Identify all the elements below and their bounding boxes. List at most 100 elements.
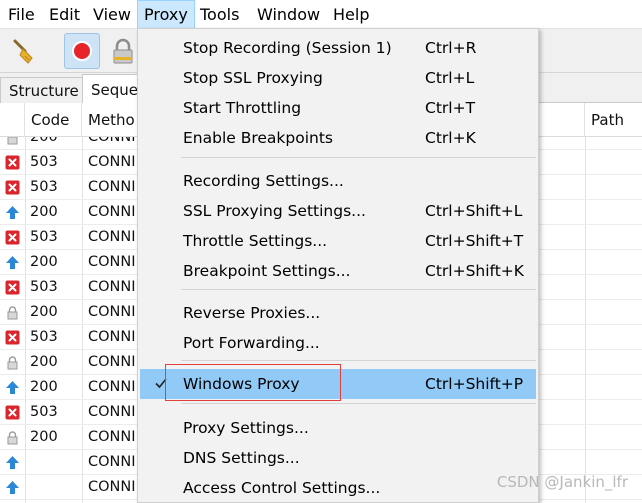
menu-item-shortcut: Ctrl+Shift+K bbox=[425, 262, 524, 280]
tab-structure[interactable]: Structure bbox=[0, 77, 88, 104]
menu-file[interactable]: File bbox=[8, 0, 35, 29]
status-code: 200 bbox=[30, 254, 58, 270]
menu-separator bbox=[181, 289, 536, 290]
request-method: CONNI bbox=[88, 279, 136, 295]
status-code: 200 bbox=[30, 379, 58, 395]
menu-proxy[interactable]: Proxy bbox=[137, 0, 195, 29]
lock-icon bbox=[7, 137, 18, 145]
menu-item-shortcut: Ctrl+K bbox=[425, 129, 476, 147]
menu-item-label: SSL Proxying Settings... bbox=[183, 202, 366, 220]
lock-icon bbox=[7, 306, 18, 320]
request-method: CONNI bbox=[88, 179, 136, 195]
status-code: 503 bbox=[30, 179, 58, 195]
request-method: CONNI bbox=[88, 204, 136, 220]
menu-item-label: Proxy Settings... bbox=[183, 419, 309, 437]
menu-item-access-control-settings[interactable]: Access Control Settings... bbox=[138, 473, 538, 503]
arrow-up-icon bbox=[6, 381, 19, 394]
arrow-up-icon bbox=[6, 206, 19, 219]
request-method: CONNI bbox=[88, 154, 136, 170]
request-method: CONNI bbox=[88, 229, 136, 245]
menu-item-proxy-settings[interactable]: Proxy Settings... bbox=[138, 413, 538, 443]
request-method: CONNI bbox=[88, 404, 136, 420]
menu-item-stop-ssl-proxying[interactable]: Stop SSL Proxying Ctrl+L bbox=[138, 63, 538, 93]
arrow-up-icon bbox=[6, 256, 19, 269]
menu-edit[interactable]: Edit bbox=[49, 0, 80, 29]
menu-item-port-forwarding[interactable]: Port Forwarding... bbox=[138, 328, 538, 358]
menu-item-label: Enable Breakpoints bbox=[183, 129, 334, 147]
status-code: 503 bbox=[30, 229, 58, 245]
request-method: CONNI bbox=[88, 479, 136, 495]
menu-item-reverse-proxies[interactable]: Reverse Proxies... bbox=[138, 298, 538, 328]
status-code: 200 bbox=[30, 354, 58, 370]
status-code: 200 bbox=[30, 137, 58, 145]
status-code: 503 bbox=[30, 154, 58, 170]
arrow-up-icon bbox=[6, 481, 19, 494]
error-icon bbox=[5, 180, 20, 195]
menu-separator bbox=[181, 360, 536, 361]
menu-tools[interactable]: Tools bbox=[200, 0, 239, 29]
annotation-highlight-box bbox=[165, 364, 341, 401]
menu-item-dns-settings[interactable]: DNS Settings... bbox=[138, 443, 538, 473]
menu-item-stop-recording[interactable]: Stop Recording (Session 1) Ctrl+R bbox=[138, 33, 538, 63]
menu-help[interactable]: Help bbox=[333, 0, 369, 29]
error-icon bbox=[5, 155, 20, 170]
watermark: CSDN @Jankin_lfr bbox=[496, 473, 628, 491]
status-code: 200 bbox=[30, 304, 58, 320]
menu-item-breakpoint-settings[interactable]: Breakpoint Settings... Ctrl+Shift+K bbox=[138, 256, 538, 286]
menu-item-shortcut: Ctrl+Shift+L bbox=[425, 202, 523, 220]
menu-item-label: Start Throttling bbox=[183, 99, 302, 117]
error-icon bbox=[5, 230, 20, 245]
menu-item-label: DNS Settings... bbox=[183, 449, 300, 467]
menu-item-label: Breakpoint Settings... bbox=[183, 262, 351, 280]
status-code: 503 bbox=[30, 329, 58, 345]
menu-item-shortcut: Ctrl+T bbox=[425, 99, 476, 117]
request-method: CONNI bbox=[88, 354, 136, 370]
menu-item-label: Stop Recording (Session 1) bbox=[183, 39, 392, 57]
menu-view[interactable]: View bbox=[93, 0, 131, 29]
menu-item-label: Throttle Settings... bbox=[183, 232, 328, 250]
error-icon bbox=[5, 405, 20, 420]
broom-icon bbox=[13, 39, 33, 64]
record-button[interactable] bbox=[64, 33, 100, 69]
request-method: CONNI bbox=[88, 329, 136, 345]
menu-item-shortcut: Ctrl+R bbox=[425, 39, 477, 57]
request-method: CONNI bbox=[88, 137, 136, 145]
request-method: CONNI bbox=[88, 429, 136, 445]
menu-item-label: Port Forwarding... bbox=[183, 334, 320, 352]
menu-item-shortcut: Ctrl+Shift+T bbox=[425, 232, 524, 250]
error-icon bbox=[5, 330, 20, 345]
column-path[interactable]: Path bbox=[585, 103, 642, 137]
status-code: 200 bbox=[30, 204, 58, 220]
column-status[interactable] bbox=[0, 103, 25, 137]
menu-item-enable-breakpoints[interactable]: Enable Breakpoints Ctrl+K bbox=[138, 123, 538, 153]
record-icon bbox=[72, 41, 92, 61]
menu-item-throttle-settings[interactable]: Throttle Settings... Ctrl+Shift+T bbox=[138, 226, 538, 256]
arrow-up-icon bbox=[6, 456, 19, 469]
request-method: CONNI bbox=[88, 454, 136, 470]
menu-item-label: Recording Settings... bbox=[183, 172, 344, 190]
lock-icon bbox=[7, 356, 18, 370]
menu-item-recording-settings[interactable]: Recording Settings... bbox=[138, 166, 538, 196]
menu-separator bbox=[181, 157, 536, 158]
menu-item-shortcut: Ctrl+L bbox=[425, 69, 475, 87]
column-code[interactable]: Code bbox=[25, 103, 82, 137]
clear-session-button[interactable] bbox=[6, 33, 42, 69]
request-method: CONNI bbox=[88, 304, 136, 320]
menu-item-shortcut: Ctrl+Shift+P bbox=[425, 375, 524, 393]
menu-window[interactable]: Window bbox=[257, 0, 320, 29]
lock-icon bbox=[7, 431, 18, 445]
status-code: 200 bbox=[30, 429, 58, 445]
error-icon bbox=[5, 280, 20, 295]
menu-item-label: Stop SSL Proxying bbox=[183, 69, 323, 87]
menu-item-label: Reverse Proxies... bbox=[183, 304, 321, 322]
menu-separator bbox=[181, 403, 536, 404]
status-code: 503 bbox=[30, 279, 58, 295]
menu-bar: File Edit View Proxy Tools Window Help bbox=[0, 0, 642, 29]
menu-item-label: Access Control Settings... bbox=[183, 479, 381, 497]
proxy-menu-dropdown: Stop Recording (Session 1) Ctrl+R Stop SSL… bbox=[137, 28, 539, 503]
request-method: CONNI bbox=[88, 254, 136, 270]
menu-item-ssl-proxying-settings[interactable]: SSL Proxying Settings... Ctrl+Shift+L bbox=[138, 196, 538, 226]
menu-item-start-throttling[interactable]: Start Throttling Ctrl+T bbox=[138, 93, 538, 123]
request-method: CONNI bbox=[88, 379, 136, 395]
status-code: 503 bbox=[30, 404, 58, 420]
